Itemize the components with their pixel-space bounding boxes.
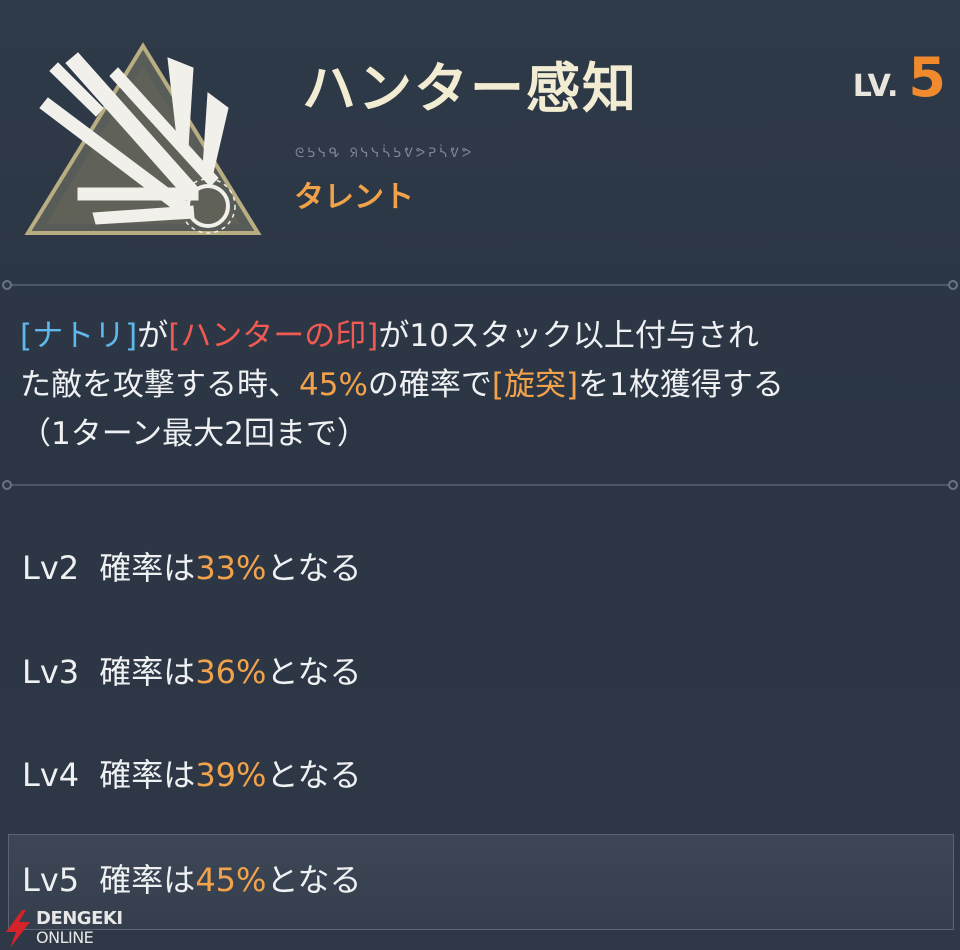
description-line-2: た敵を攻撃する時、45%の確率で[旋突]を1枚獲得する	[20, 361, 950, 410]
description-text: （1ターン最大2回まで）	[20, 416, 368, 452]
description-text: が	[137, 318, 169, 354]
skill-title: ハンター感知	[302, 57, 638, 120]
level-prefix-text: 確率は	[99, 756, 196, 794]
dengeki-online-logo: DENGEKI ONLINE	[0, 906, 130, 950]
level-suffix-text: となる	[266, 549, 362, 587]
lightning-bolt-icon	[6, 910, 30, 948]
description-line-3: （1ターン最大2回まで）	[20, 410, 950, 459]
level-row-lv5: Lv5 確率は45%となる	[22, 850, 361, 910]
divider-bottom	[2, 480, 958, 490]
level-suffix-text: となる	[266, 756, 362, 794]
description-text: を1枚獲得する	[578, 367, 784, 403]
keyword-senttotsu: [旋突]	[491, 367, 579, 403]
level-prefix-text: 確率は	[99, 861, 196, 899]
level-row-lv2: Lv2 確率は33%となる	[22, 538, 361, 598]
divider-top	[2, 280, 958, 290]
level-value: 5	[908, 46, 946, 109]
description-text: が10スタック以上付与され	[378, 318, 759, 354]
level-row-lv4: Lv4 確率は39%となる	[22, 745, 361, 805]
skill-header: ハンター感知 LV. 5 ᘓᕊᓭᕴ ᖆᓭᓭᓵᕊᕓᕗᕈᓵᕓᕗ タレント	[0, 0, 960, 260]
level-row-lv3: Lv3 確率は36%となる	[22, 642, 361, 702]
level-label: Lv5	[22, 861, 80, 899]
skill-description: [ナトリ]が[ハンターの印]が10スタック以上付与され た敵を攻撃する時、45%…	[20, 312, 950, 459]
description-text: の確率で	[367, 367, 492, 403]
level-percent: 45%	[195, 861, 267, 899]
level-prefix-text: 確率は	[99, 549, 196, 587]
level-percent: 33%	[195, 549, 267, 587]
level-percent: 39%	[195, 756, 267, 794]
level-label: Lv3	[22, 653, 80, 691]
level-percent: 36%	[195, 653, 267, 691]
description-text: た敵を攻撃する時、	[20, 367, 299, 403]
level-prefix: LV.	[852, 69, 899, 104]
keyword-hunter-mark: [ハンターの印]	[168, 318, 379, 354]
keyword-natori: [ナトリ]	[20, 318, 138, 354]
level-prefix-text: 確率は	[99, 653, 196, 691]
keyword-chance: 45%	[299, 367, 368, 403]
level-suffix-text: となる	[266, 861, 362, 899]
skill-category: タレント	[294, 180, 414, 215]
rune-script-text: ᘓᕊᓭᕴ ᖆᓭᓭᓵᕊᕓᕗᕈᓵᕓᕗ	[295, 146, 475, 161]
logo-text-dengeki: DENGEKI	[36, 908, 123, 929]
skill-level: LV. 5	[853, 46, 946, 109]
level-suffix-text: となる	[266, 653, 362, 691]
description-line-1: [ナトリ]が[ハンターの印]が10スタック以上付与され	[20, 312, 950, 361]
logo-text-online: ONLINE	[36, 928, 94, 947]
level-label: Lv4	[22, 756, 80, 794]
level-label: Lv2	[22, 549, 80, 587]
hunter-sense-arrows-icon	[24, 42, 262, 235]
